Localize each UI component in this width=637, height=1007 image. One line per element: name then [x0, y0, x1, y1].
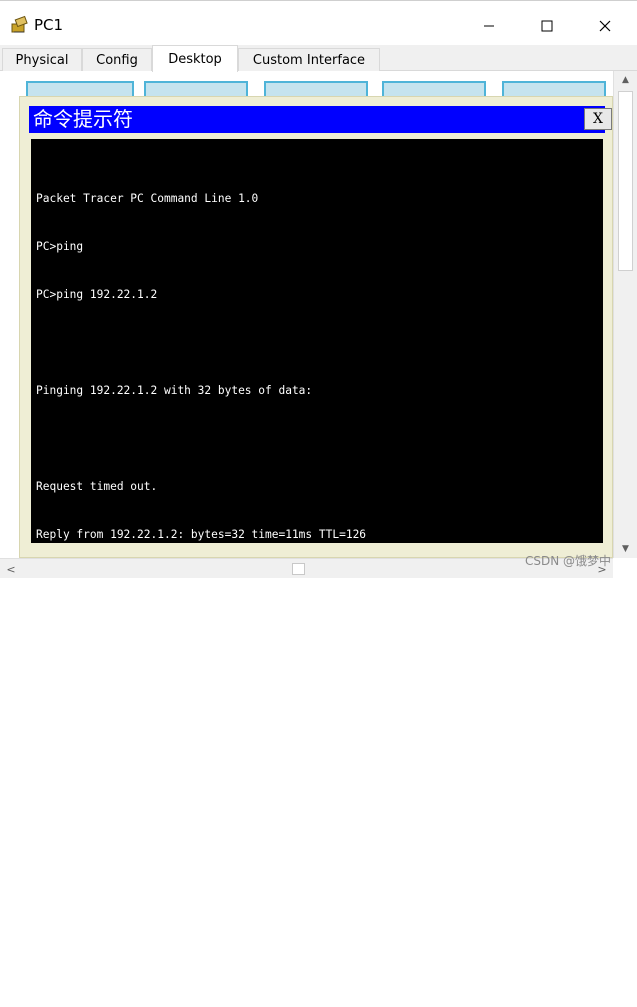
pc1-window: PC1 Physical Config Desktop Custom Inter…: [0, 0, 637, 973]
terminal-line: Approximate round trip times in milli-se…: [36, 816, 346, 829]
terminal-line: PC>ping: [36, 240, 84, 253]
tab-desktop[interactable]: Desktop: [152, 45, 238, 72]
horizontal-scroll-thumb[interactable]: [292, 563, 305, 575]
terminal-line: Request timed out.: [36, 480, 158, 493]
packet-tracer-pc-icon: [11, 15, 28, 33]
terminal-line: PC>ping 192.22.1.2: [36, 288, 158, 301]
window-title: PC1: [34, 16, 64, 34]
close-icon: [599, 20, 611, 32]
terminal-line: Pinging 192.22.1.2 with 32 bytes of data…: [36, 384, 313, 397]
terminal-line: Reply from 192.22.1.2: bytes=32 time=11m…: [36, 528, 367, 541]
command-prompt-close-button[interactable]: X: [584, 108, 612, 130]
title-bar[interactable]: PC1: [0, 7, 637, 45]
tab-bar: Physical Config Desktop Custom Interface: [0, 45, 637, 72]
command-prompt-title: 命令提示符: [33, 107, 133, 131]
scroll-down-icon[interactable]: ▼: [614, 540, 637, 558]
command-prompt-panel: 命令提示符 X Packet Tracer PC Command Line 1.…: [19, 96, 613, 973]
tab-config[interactable]: Config: [82, 48, 152, 71]
vertical-scroll-thumb[interactable]: [618, 91, 633, 271]
terminal-prompt: PC>: [36, 960, 57, 973]
terminal-line: Packet Tracer PC Command Line 1.0: [36, 192, 259, 205]
minimize-button[interactable]: [466, 7, 512, 45]
tab-custom-interface[interactable]: Custom Interface: [238, 48, 380, 71]
terminal-line: Packets: Sent = 4, Received = 3, Lost = …: [36, 768, 420, 781]
terminal-line: Minimum = 1ms, Maximum = 15ms, Average =…: [36, 864, 360, 877]
terminal-output[interactable]: Packet Tracer PC Command Line 1.0 PC>pin…: [31, 139, 603, 973]
terminal-line: Ping statistics for 192.22.1.2:: [36, 720, 245, 733]
terminal-lines: Packet Tracer PC Command Line 1.0 PC>pin…: [36, 159, 420, 1007]
watermark: CSDN @饿梦中: [525, 554, 612, 568]
scroll-left-icon[interactable]: <: [2, 559, 20, 579]
maximize-icon: [541, 20, 553, 32]
minimize-icon: [484, 25, 494, 27]
command-prompt-title-bar: 命令提示符 X: [29, 106, 612, 133]
vertical-scrollbar[interactable]: ▲ ▼: [613, 71, 637, 558]
terminal-line: Reply from 192.22.1.2: bytes=32 time=15m…: [36, 624, 367, 637]
maximize-button[interactable]: [524, 7, 570, 45]
scroll-up-icon[interactable]: ▲: [614, 71, 637, 89]
tab-physical[interactable]: Physical: [2, 48, 82, 71]
close-button[interactable]: [582, 7, 628, 45]
horizontal-scrollbar[interactable]: < >: [0, 558, 613, 578]
